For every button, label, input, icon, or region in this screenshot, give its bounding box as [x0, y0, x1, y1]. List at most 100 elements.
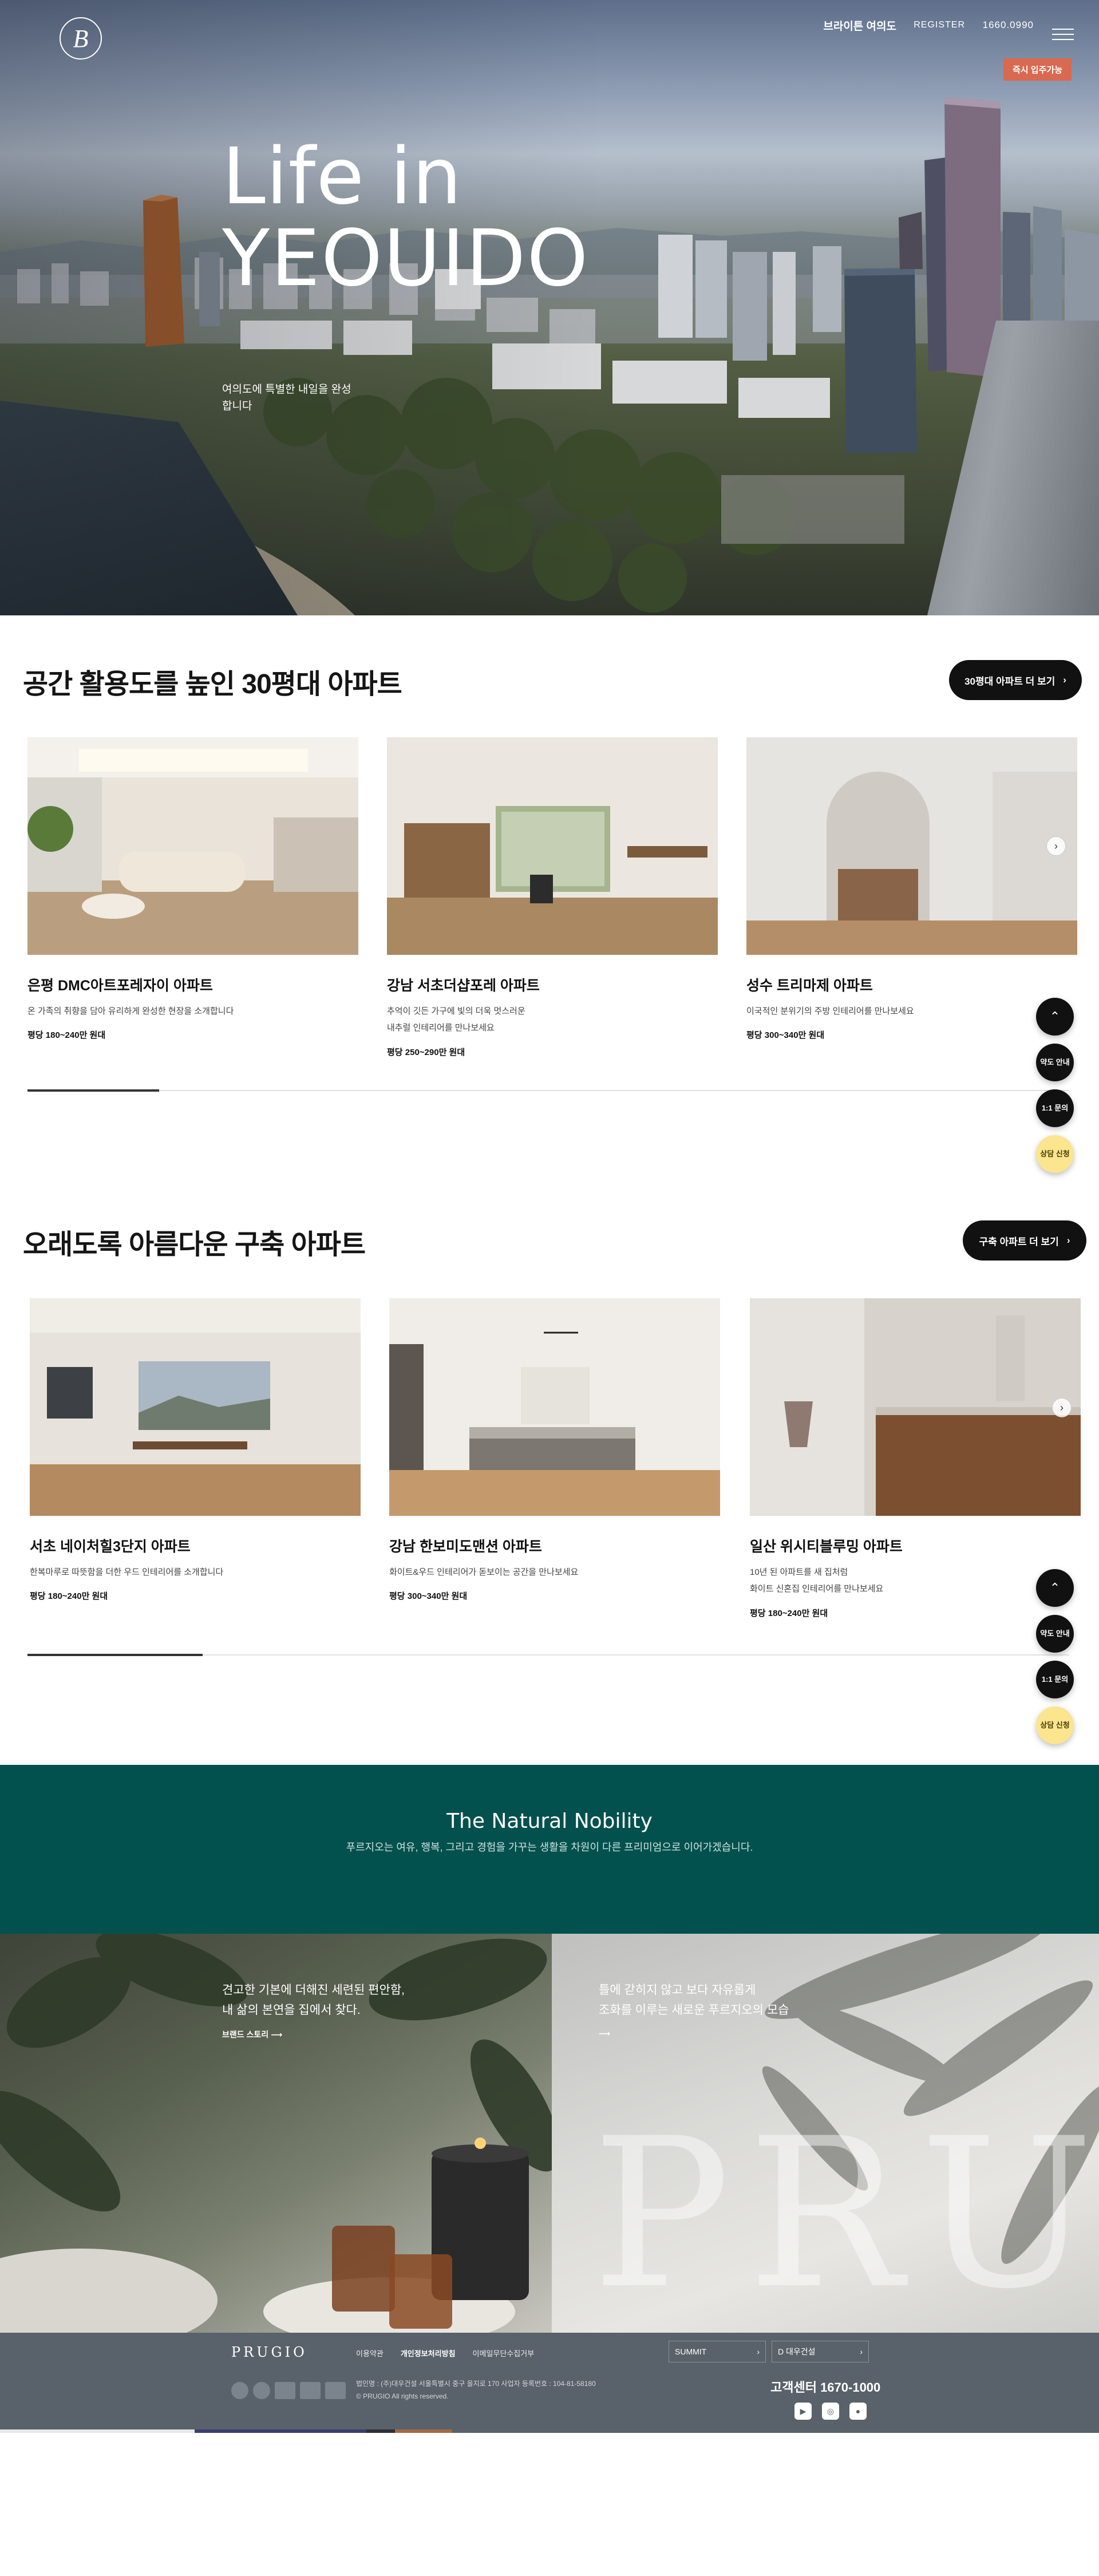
more-old-apartments-button[interactable]: 구축 아파트 더 보기 ›: [963, 1220, 1086, 1261]
email-refusal-link[interactable]: 이메일무단수집거부: [473, 2348, 535, 2358]
hero-banner: B 브라이튼 여의도 REGISTER 1660.0990 즉시 입주가능 Li…: [0, 0, 1099, 615]
more-30py-button[interactable]: 30평대 아파트 더 보기 ›: [949, 660, 1082, 700]
customer-center: 고객센터 1670-1000: [770, 2380, 881, 2395]
hero-title-line1: Life in: [222, 132, 462, 222]
right-more-link[interactable]: ⟶: [599, 2029, 610, 2038]
certification-icon: [300, 2382, 321, 2399]
apartment-card[interactable]: 성수 트리마제 아파트 이국적인 분위기의 주방 인테리어를 만나보세요 평당 …: [746, 737, 1077, 1041]
lifestyle-left-panel[interactable]: 견고한 기본에 더해진 세련된 편안함, 내 삶의 본연을 집에서 찾다. 브랜…: [0, 1934, 552, 2333]
section-old-apartments: 오래도록 아름다운 구축 아파트 구축 아파트 더 보기 › 서초 네이처힐3단…: [0, 1196, 1099, 1760]
section-30py-apartments: 공간 활용도를 높인 30평대 아파트 30평대 아파트 더 보기 › 은평 D…: [0, 615, 1099, 1151]
carousel-progress-bar: [27, 1654, 203, 1656]
apartment-price: 평당 180~240만 원대: [30, 1591, 108, 1602]
brand-watermark-text: PRU: [592, 2094, 1099, 2333]
more-button-label: 구축 아파트 더 보기: [979, 1236, 1059, 1247]
terms-link[interactable]: 이용약관: [356, 2348, 384, 2358]
apartment-photo: [387, 737, 718, 955]
family-site-label: SUMMIT: [675, 2347, 707, 2356]
apartment-name: 강남 서초더샵포레 아파트: [387, 978, 540, 994]
carousel-progress: [27, 1654, 1069, 1656]
hero-overlay: [0, 0, 1099, 615]
chat-button[interactable]: 1:1 문의: [1036, 1661, 1074, 1698]
apartment-desc: 추억이 깃든 가구에 빛의 더욱 멋스러운 내추럴 인테리어를 만나보세요: [387, 1006, 525, 1033]
apartment-desc: 화이트&우드 인테리어가 돋보이는 공간을 만나보세요: [389, 1567, 579, 1577]
apartment-photo: [30, 1298, 361, 1516]
directions-button[interactable]: 약도 안내: [1036, 1044, 1074, 1081]
register-link[interactable]: REGISTER: [914, 20, 965, 30]
quick-menu: ⌃ 약도 안내 1:1 문의 상담 신청: [1036, 998, 1074, 1173]
hero-subtitle: 여의도에 특별한 내일을 완성합니다: [222, 384, 351, 413]
consult-button[interactable]: 상담 신청: [1036, 1135, 1074, 1173]
arrow-right-icon: ⟶: [599, 2029, 611, 2038]
hero-title: Life in YEOUIDO: [222, 136, 589, 300]
apartment-card[interactable]: 서초 네이처힐3단지 아파트 한복마루로 따뜻함을 더한 우드 인테리어를 소개…: [30, 1298, 361, 1602]
carousel-next-icon[interactable]: ›: [1046, 836, 1066, 856]
apartment-photo: [750, 1298, 1081, 1516]
brand-band: The Natural Nobility 푸르지오는 여유, 행복, 그리고 경…: [0, 1765, 1099, 1934]
apartment-photo: [746, 737, 1077, 955]
scroll-top-button[interactable]: ⌃: [1036, 1569, 1074, 1607]
phone-number[interactable]: 1660.0990: [983, 19, 1034, 31]
section-title: 공간 활용도를 높인 30평대 아파트: [23, 669, 402, 700]
apartment-desc: 10년 된 아파트를 새 집처럼 화이트 신혼집 인테리어를 만나보세요: [750, 1567, 884, 1594]
apartment-photo: [27, 737, 358, 955]
chevron-right-icon: ›: [757, 2347, 760, 2356]
apartment-name: 은평 DMC아트포레자이 아파트: [27, 978, 213, 994]
chat-button[interactable]: 1:1 문의: [1036, 1089, 1074, 1127]
footer-links: 이용약관 개인정보처리방침 이메일무단수집거부: [356, 2348, 534, 2358]
more-button-label: 30평대 아파트 더 보기: [964, 675, 1055, 687]
instagram-icon[interactable]: ◎: [822, 2403, 839, 2420]
section-title: 오래도록 아름다운 구축 아파트: [23, 1230, 366, 1260]
consult-button[interactable]: 상담 신청: [1036, 1706, 1074, 1744]
brand-story-link[interactable]: 브랜드 스토리 ⟶: [222, 2029, 282, 2040]
youtube-icon[interactable]: ▶: [794, 2403, 812, 2420]
apartment-name: 서초 네이처힐3단지 아파트: [30, 1539, 191, 1555]
privacy-link[interactable]: 개인정보처리방침: [401, 2348, 456, 2358]
apartment-price: 평당 180~240만 원대: [27, 1030, 106, 1041]
lifestyle-split: 견고한 기본에 더해진 세련된 편안함, 내 삶의 본연을 집에서 찾다. 브랜…: [0, 1934, 1099, 2333]
certification-marks: [231, 2382, 346, 2399]
brand-title: The Natural Nobility: [446, 1809, 653, 1833]
certification-icon: [231, 2382, 248, 2399]
apartment-price: 평당 300~340만 원대: [746, 1030, 825, 1041]
chevron-right-icon: ›: [1063, 674, 1066, 685]
apartment-desc: 이국적인 분위기의 주방 인테리어를 만나보세요: [746, 1006, 914, 1016]
move-in-badge[interactable]: 즉시 입주가능: [1003, 58, 1072, 81]
apartment-price: 평당 300~340만 원대: [389, 1591, 468, 1602]
scroll-top-button[interactable]: ⌃: [1036, 998, 1074, 1036]
brand-subtitle: 푸르지오는 여유, 행복, 그리고 경험을 가꾸는 생활을 차원이 다른 프리미…: [346, 1842, 753, 1853]
carousel-progress: [27, 1089, 1069, 1092]
sns-links: ▶ ◎ ●: [794, 2403, 867, 2420]
lifestyle-right-text: 틀에 갇히지 않고 보다 자유롭게 조화를 이루는 새로운 푸르지오의 모습: [599, 1984, 789, 2017]
logo-letter: B: [73, 24, 89, 53]
family-site-label: D 대우건설: [778, 2347, 816, 2356]
chevron-right-icon: ›: [1066, 1235, 1070, 1246]
family-site-summit[interactable]: SUMMIT ›: [669, 2341, 766, 2362]
lifestyle-left-text: 견고한 기본에 더해진 세련된 편안함, 내 삶의 본연을 집에서 찾다.: [222, 1984, 405, 2017]
chevron-right-icon: ›: [860, 2347, 863, 2356]
apartment-name: 성수 트리마제 아파트: [746, 978, 873, 994]
footer-brand: PRUGIO: [231, 2344, 307, 2360]
apartment-card[interactable]: 강남 서초더샵포레 아파트 추억이 깃든 가구에 빛의 더욱 멋스러운 내추럴 …: [387, 737, 718, 1058]
apartment-card[interactable]: 일산 위시티블루밍 아파트 10년 된 아파트를 새 집처럼 화이트 신혼집 인…: [750, 1298, 1081, 1619]
carousel-next-icon[interactable]: ›: [1052, 1398, 1072, 1417]
apartment-desc: 온 가족의 취향을 담아 유리하게 완성한 현장을 소개합니다: [27, 1006, 234, 1016]
certification-icon: [253, 2382, 270, 2399]
apartment-photo: [389, 1298, 720, 1516]
site-name-link[interactable]: 브라이튼 여의도: [823, 18, 896, 33]
directions-button[interactable]: 약도 안내: [1036, 1615, 1074, 1653]
brand-logo[interactable]: B: [60, 17, 102, 60]
blog-icon[interactable]: ●: [849, 2403, 867, 2420]
apartment-card[interactable]: 강남 한보미도맨션 아파트 화이트&우드 인테리어가 돋보이는 공간을 만나보세…: [389, 1298, 720, 1602]
family-sites: SUMMIT › D 대우건설 ›: [669, 2341, 869, 2362]
certification-icon: [275, 2382, 295, 2399]
carousel-progress-bar: [27, 1089, 159, 1092]
apartment-card[interactable]: 은평 DMC아트포레자이 아파트 온 가족의 취향을 담아 유리하게 완성한 현…: [27, 737, 358, 1041]
hamburger-menu-icon[interactable]: [1052, 29, 1074, 40]
family-site-daewoo[interactable]: D 대우건설 ›: [772, 2341, 869, 2362]
apartment-desc: 한복마루로 따뜻함을 더한 우드 인테리어를 소개합니다: [30, 1567, 224, 1577]
lifestyle-right-panel[interactable]: PRU 틀에 갇히지 않고 보다 자유롭게 조화를 이루는 새로운 푸르지오의 …: [552, 1934, 1099, 2333]
hero-title-line2: YEOUIDO: [222, 213, 590, 304]
brand-story-label: 브랜드 스토리: [222, 2030, 269, 2039]
apartment-price: 평당 180~240만 원대: [750, 1608, 828, 1618]
